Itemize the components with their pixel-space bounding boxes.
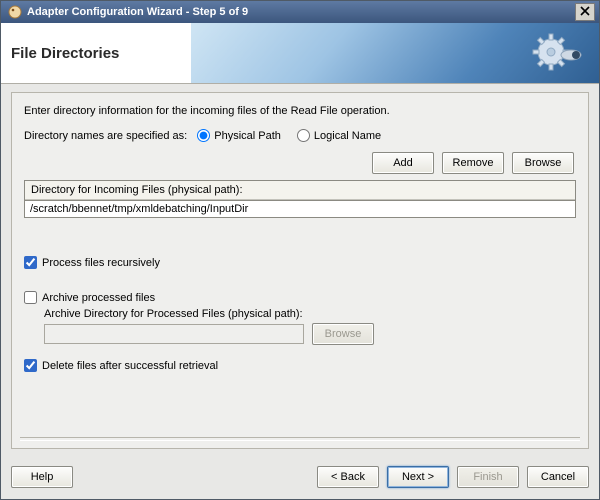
main-groupbox: Enter directory information for the inco… [11,92,589,449]
window-title: Adapter Configuration Wizard - Step 5 of… [27,6,575,18]
banner-graphic [191,23,599,83]
radio-logical-name[interactable]: Logical Name [297,129,381,142]
finish-button: Finish [457,466,519,488]
radio-physical-path[interactable]: Physical Path [197,129,281,142]
incoming-directory-box: Directory for Incoming Files (physical p… [24,180,576,218]
next-button[interactable]: Next > [387,466,449,488]
app-icon [7,4,23,20]
delete-after-checkbox[interactable] [24,359,37,372]
radio-physical-path-input[interactable] [197,129,210,142]
add-button[interactable]: Add [372,152,434,174]
directory-buttons: Add Remove Browse [24,152,574,174]
radio-logical-name-label: Logical Name [314,130,381,142]
groupbox-divider [20,437,580,441]
close-icon [580,6,590,18]
spec-label: Directory names are specified as: [24,130,187,142]
archive-sublabel: Archive Directory for Processed Files (p… [44,308,576,320]
gear-icon [531,26,583,81]
radio-physical-path-label: Physical Path [214,130,281,142]
delete-after-row[interactable]: Delete files after successful retrieval [24,359,576,372]
footer: Help < Back Next > Finish Cancel [1,457,599,499]
page-title: File Directories [11,45,119,62]
process-recursively-label: Process files recursively [42,257,160,269]
archive-checkbox[interactable] [24,291,37,304]
radio-logical-name-input[interactable] [297,129,310,142]
spec-row: Directory names are specified as: Physic… [24,129,576,142]
wizard-window: Adapter Configuration Wizard - Step 5 of… [0,0,600,500]
titlebar: Adapter Configuration Wizard - Step 5 of… [1,1,599,23]
close-button[interactable] [575,3,595,21]
back-button[interactable]: < Back [317,466,379,488]
process-recursively-row[interactable]: Process files recursively [24,256,576,269]
archive-browse-button: Browse [312,323,374,345]
browse-button[interactable]: Browse [512,152,574,174]
archive-subblock: Archive Directory for Processed Files (p… [44,308,576,345]
incoming-directory-header: Directory for Incoming Files (physical p… [25,181,575,200]
delete-after-label: Delete files after successful retrieval [42,360,218,372]
archive-directory-input [44,324,304,344]
incoming-directory-input[interactable] [25,200,575,217]
banner: File Directories [1,23,599,84]
archive-row[interactable]: Archive processed files [24,291,576,304]
intro-text: Enter directory information for the inco… [24,105,576,117]
body: Enter directory information for the inco… [1,84,599,457]
process-recursively-checkbox[interactable] [24,256,37,269]
archive-label: Archive processed files [42,292,155,304]
help-button[interactable]: Help [11,466,73,488]
cancel-button[interactable]: Cancel [527,466,589,488]
remove-button[interactable]: Remove [442,152,504,174]
banner-heading-area: File Directories [1,23,191,83]
